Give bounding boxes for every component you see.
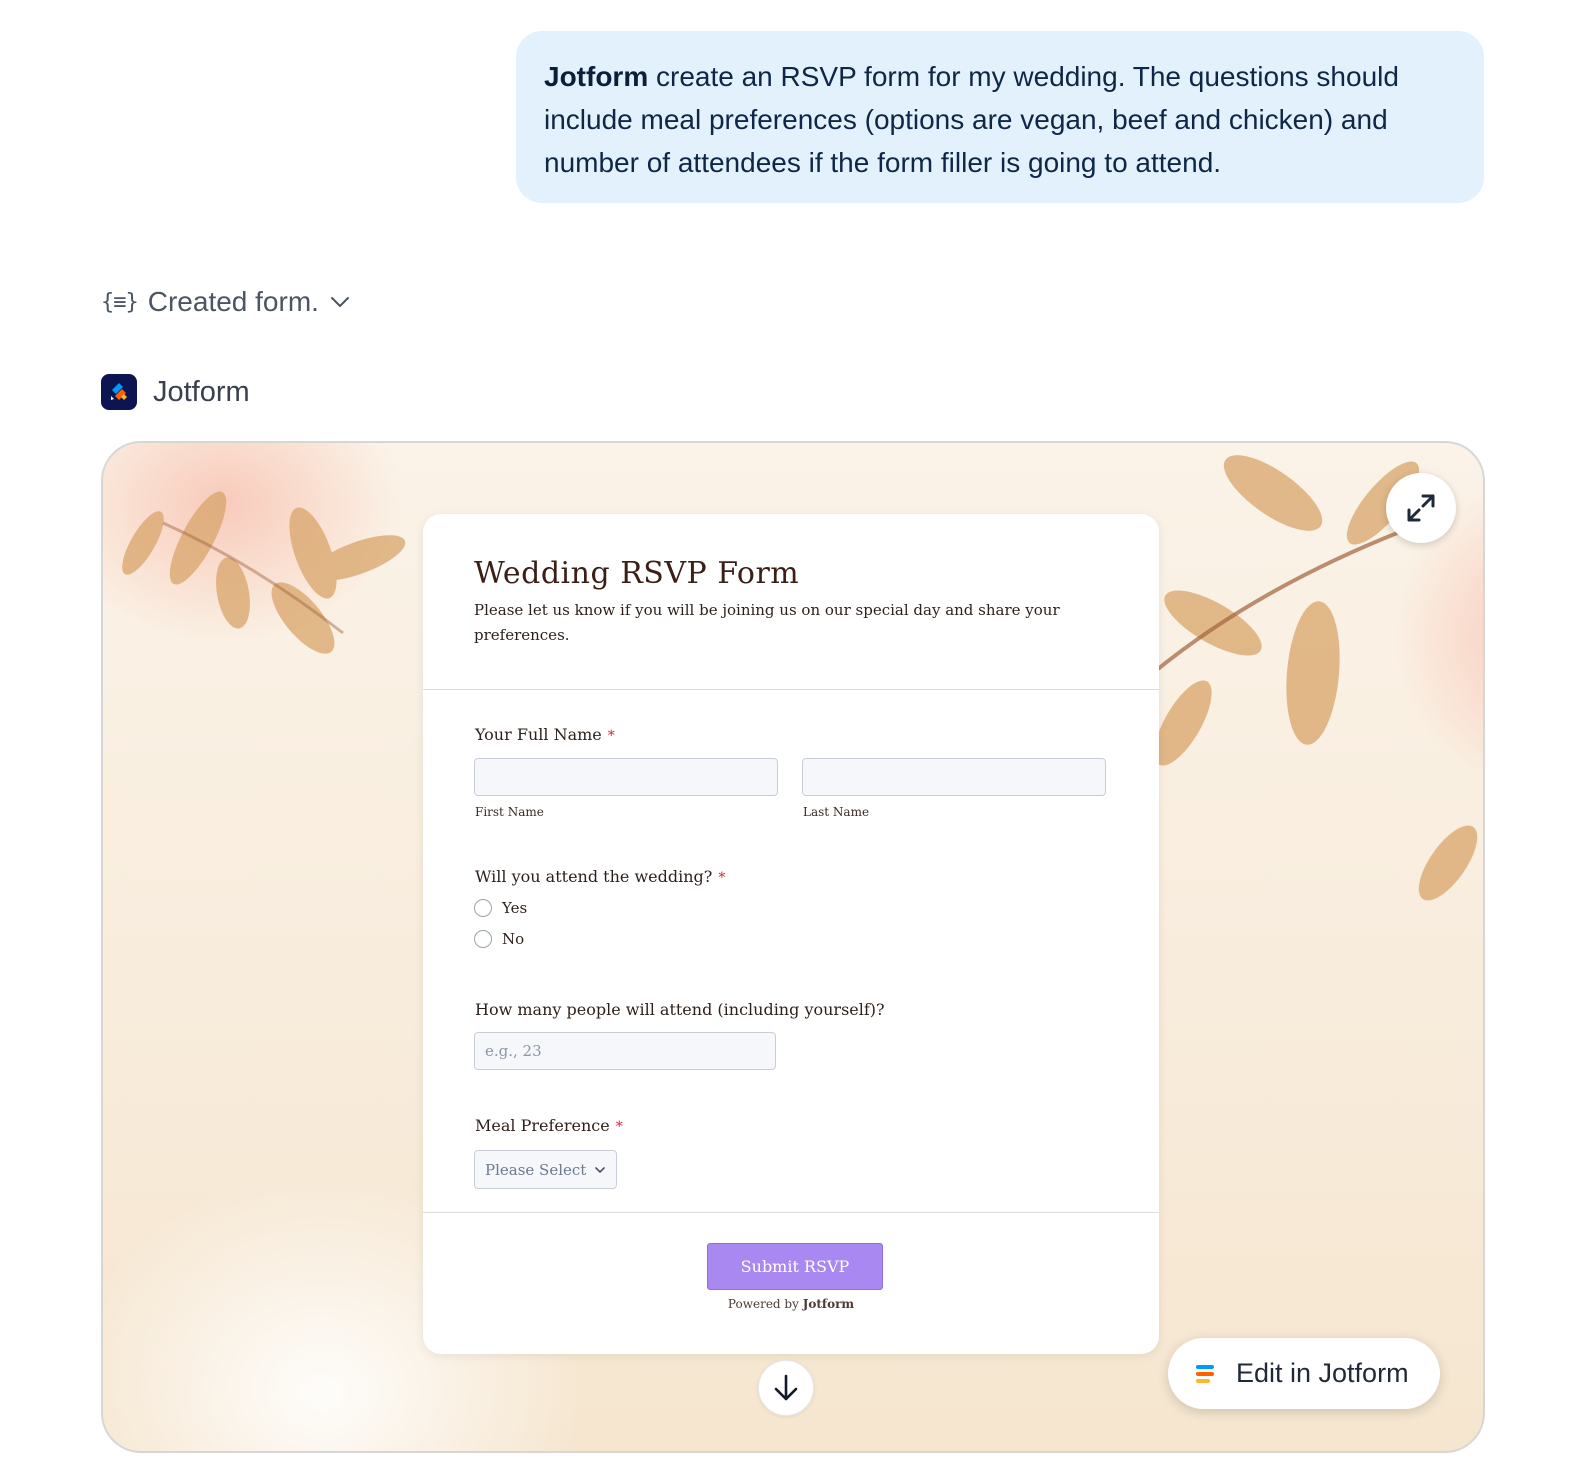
powered-prefix: Powered by	[727, 1297, 803, 1311]
form-header: Wedding RSVP Form Please let us know if …	[423, 514, 1159, 690]
full-name-label: Your Full Name *	[475, 725, 615, 744]
option-label: No	[502, 930, 525, 948]
edit-in-jotform-button[interactable]: Edit in Jotform	[1168, 1338, 1440, 1409]
first-name-sublabel: First Name	[475, 805, 544, 819]
app-header: Jotform	[101, 373, 250, 411]
attend-option-yes[interactable]: Yes	[474, 899, 527, 917]
user-message-bubble: Jotform create an RSVP form for my weddi…	[516, 31, 1484, 203]
powered-by-text: Powered by Jotform	[423, 1297, 1159, 1311]
expand-button[interactable]	[1386, 473, 1456, 543]
jotform-edit-icon	[1196, 1364, 1214, 1383]
attendee-count-label: How many people will attend (including y…	[475, 1000, 885, 1019]
option-label: Yes	[502, 899, 528, 917]
attend-option-no[interactable]: No	[474, 930, 524, 948]
tool-status-toggle[interactable]: {≡} Created form.	[101, 284, 351, 320]
required-mark: *	[718, 870, 726, 886]
tool-status-label: Created form.	[147, 286, 319, 317]
submit-rsvp-button[interactable]: Submit RSVP	[707, 1243, 883, 1290]
radio-button[interactable]	[474, 930, 492, 948]
app-mention: Jotform	[544, 61, 649, 92]
required-mark: *	[607, 728, 615, 744]
meal-selected-value: Please Select	[485, 1160, 587, 1179]
required-mark: *	[615, 1119, 623, 1135]
jotform-logo-icon	[101, 374, 137, 410]
powered-brand-link[interactable]: Jotform	[803, 1297, 854, 1311]
edit-button-label: Edit in Jotform	[1236, 1358, 1409, 1388]
attendee-count-input[interactable]: e.g., 23	[474, 1032, 776, 1070]
chevron-down-icon	[329, 291, 351, 313]
form-description: Please let us know if you will be joinin…	[474, 601, 1060, 644]
last-name-input[interactable]	[802, 758, 1106, 796]
form-footer-divider	[423, 1212, 1159, 1213]
chevron-down-icon	[595, 1166, 605, 1173]
user-message-text: create an RSVP form for my wedding. The …	[544, 61, 1399, 178]
attend-question-text: Will you attend the wedding?	[475, 867, 713, 886]
meal-preference-text: Meal Preference	[475, 1116, 610, 1135]
app-name: Jotform	[153, 375, 250, 408]
scroll-down-button[interactable]	[758, 1360, 814, 1416]
attend-question-label: Will you attend the wedding? *	[475, 867, 725, 886]
meal-preference-label: Meal Preference *	[475, 1116, 623, 1135]
radio-button[interactable]	[474, 899, 492, 917]
arrow-down-icon	[774, 1374, 798, 1401]
expand-icon	[1407, 494, 1435, 522]
last-name-sublabel: Last Name	[803, 805, 870, 819]
form-braces-icon: {≡}	[101, 289, 139, 315]
meal-preference-select[interactable]: Please Select	[474, 1150, 617, 1189]
form-title: Wedding RSVP Form	[474, 556, 800, 591]
full-name-label-text: Your Full Name	[475, 725, 602, 744]
rsvp-form-card: Wedding RSVP Form Please let us know if …	[423, 514, 1159, 1354]
first-name-input[interactable]	[474, 758, 778, 796]
form-preview: Wedding RSVP Form Please let us know if …	[101, 441, 1485, 1453]
attendee-count-placeholder: e.g., 23	[485, 1042, 542, 1060]
